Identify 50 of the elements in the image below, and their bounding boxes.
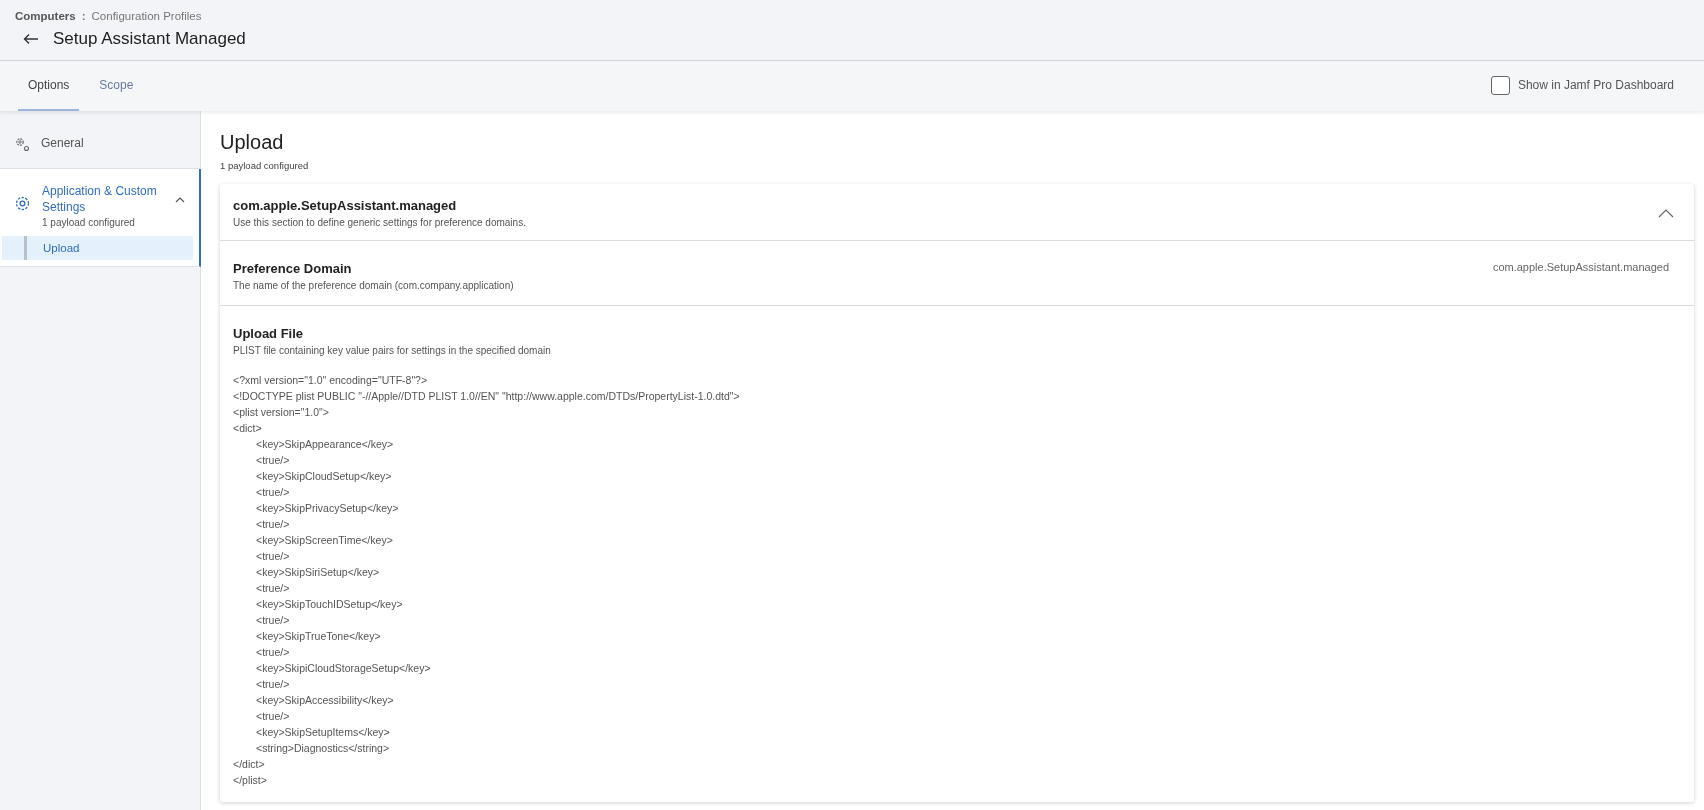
code-line: </dict> [233,757,265,772]
code-line: <true/> [256,613,290,628]
code-line: <true/> [256,517,290,532]
code-line: <key>SkipSetupItems</key> [256,725,390,740]
field-label: Preference Domain [233,261,353,276]
breadcrumb-current: Configuration Profiles [91,10,202,22]
code-line: <key>SkipAppearance</key> [256,437,394,452]
code-line: <key>SkipSiriSetup</key> [256,565,380,580]
code-line: <true/> [256,549,290,564]
code-line: <true/> [256,677,290,692]
breadcrumb-separator: : [81,10,86,22]
page-title: Setup Assistant Managed [53,29,246,49]
code-line: <true/> [256,485,290,500]
gears-icon [14,136,30,152]
sidebar-item[interactable]: General [0,123,200,168]
payload-count: 1 payload configured [220,160,310,171]
code-line: <key>SkipPrivacySetup</key> [256,501,399,516]
checkbox-label: Show in Jamf Pro Dashboard [1517,78,1674,92]
code-line: <true/> [256,581,290,596]
chevron-up-icon[interactable] [175,197,185,203]
sidebar-item[interactable]: Application & Custom Settings 1 payload configured [0,169,199,236]
code-line: <key>SkipTrueTone</key> [256,629,381,644]
code-line: <plist version="1.0"> [233,405,329,420]
code-line: </plist> [233,773,267,788]
field-description: PLIST file containing key value pairs for settings in the specified domain [233,345,551,356]
code-line: <dict> [233,421,262,436]
section-description: Use this section to define generic settings for preference domains. [233,217,526,228]
tab[interactable]: Scope [89,61,144,111]
content-title: Upload [220,131,285,154]
back-arrow-icon[interactable] [23,33,39,45]
field-label: Upload File [233,326,305,341]
gear-icon [14,195,31,212]
code-line: <key>SkipCloudSetup</key> [256,469,392,484]
code-line: <true/> [256,709,290,724]
code-line: <key>SkipiCloudStorageSetup</key> [256,661,431,676]
code-line: <true/> [256,645,290,660]
code-line: <true/> [256,453,290,468]
code-line: <key>SkipTouchIDSetup</key> [256,597,403,612]
code-line: <!DOCTYPE plist PUBLIC "-//Apple//DTD PLIST 1.0//EN" "http://www.apple.com/DTDs/PropertyList-1.0.dtd"> [233,389,740,404]
code-line: <key>SkipScreenTime</key> [256,533,393,548]
collapse-chevron-icon[interactable] [1658,208,1674,218]
breadcrumb-link[interactable]: Computers [15,10,76,22]
sidebar-subitem[interactable]: Upload [2,236,193,260]
field-value: com.apple.SetupAssistant.managed [1492,261,1669,275]
code-line: <string>Diagnostics</string> [256,741,390,756]
code-line: <?xml version="1.0" encoding="UTF-8"?> [233,373,428,388]
checkbox[interactable] [1490,76,1510,95]
code-line: <key>SkipAccessibility</key> [256,693,394,708]
field-description: The name of the preference domain (com.company.application) [233,280,514,291]
section-title: com.apple.SetupAssistant.managed [233,198,458,213]
